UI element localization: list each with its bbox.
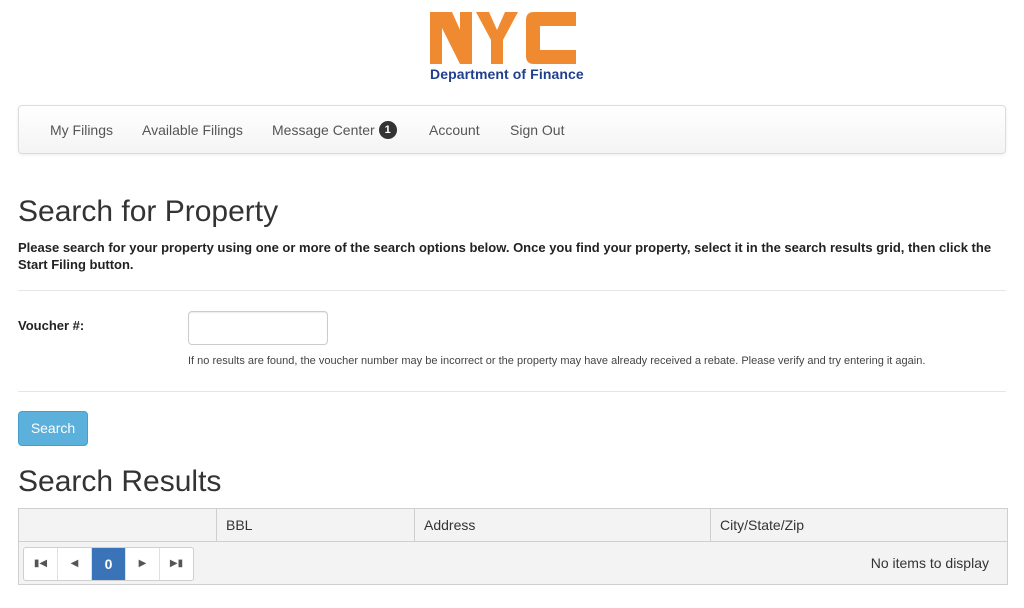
nyc-dof-logo: Department of Finance [430, 12, 620, 84]
nyc-logo-mark [430, 12, 576, 64]
nav-available-filings[interactable]: Available Filings [142, 106, 243, 155]
results-grid: BBL Address City/State/Zip ▮◀ ◀ 0 ▶ ▶▮ N… [18, 508, 1008, 585]
page-intro-text: Please search for your property using on… [18, 240, 992, 272]
message-count-badge: 1 [378, 121, 397, 140]
grid-column-bbl[interactable]: BBL [217, 509, 415, 541]
main-navbar: My Filings Available Filings Message Cen… [18, 105, 1006, 154]
first-page-icon[interactable]: ▮◀ [24, 548, 58, 580]
nav-sign-out[interactable]: Sign Out [510, 106, 564, 155]
search-button[interactable]: Search [18, 411, 88, 446]
nav-account[interactable]: Account [429, 106, 480, 155]
logo-department-text: Department of Finance [430, 66, 584, 82]
nav-my-filings[interactable]: My Filings [50, 106, 113, 155]
current-page-button[interactable]: 0 [92, 548, 126, 580]
prev-page-icon[interactable]: ◀ [58, 548, 92, 580]
divider [18, 290, 1006, 291]
last-page-icon[interactable]: ▶▮ [160, 548, 193, 580]
nav-message-center-label: Message Center [272, 122, 375, 138]
grid-header: BBL Address City/State/Zip [19, 509, 1007, 542]
grid-pager: ▮◀ ◀ 0 ▶ ▶▮ No items to display [19, 542, 1007, 584]
grid-column-city-state-zip[interactable]: City/State/Zip [711, 509, 1007, 541]
voucher-label: Voucher #: [18, 318, 85, 333]
divider [18, 391, 1006, 392]
grid-column-select[interactable] [19, 509, 217, 541]
no-items-text: No items to display [870, 555, 989, 571]
page-title: Search for Property [18, 195, 279, 228]
nav-message-center[interactable]: Message Center 1 [272, 106, 397, 155]
results-title: Search Results [18, 465, 222, 498]
pager-controls: ▮◀ ◀ 0 ▶ ▶▮ [23, 547, 194, 581]
voucher-help-text: If no results are found, the voucher num… [188, 355, 926, 367]
grid-column-address[interactable]: Address [415, 509, 711, 541]
voucher-input[interactable] [188, 311, 328, 345]
next-page-icon[interactable]: ▶ [126, 548, 160, 580]
